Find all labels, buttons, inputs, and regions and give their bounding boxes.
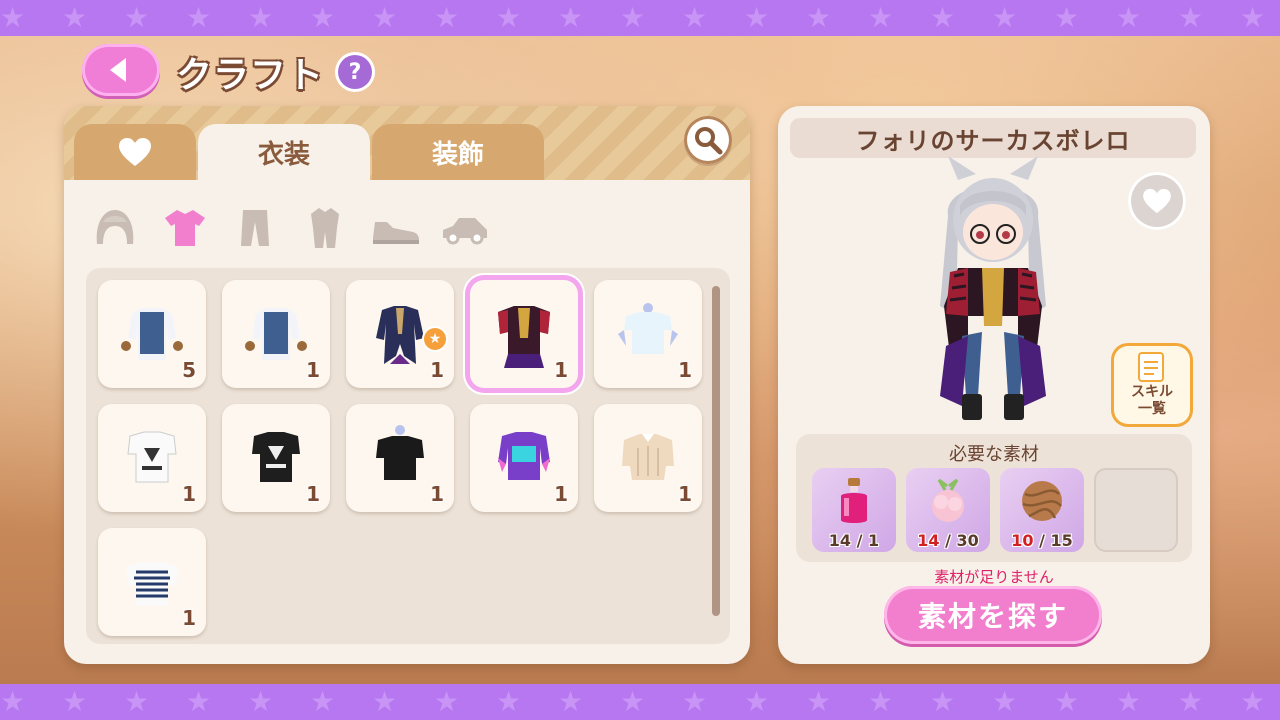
item-card[interactable]: 1 (98, 528, 206, 636)
yarn-ball-icon (1022, 481, 1062, 521)
material-have: 10 (1011, 531, 1034, 550)
flower-cotton-icon (932, 478, 964, 522)
category-sets[interactable] (298, 202, 352, 254)
material-need: 15 (1050, 531, 1073, 550)
help-button[interactable]: ? (338, 55, 372, 89)
scrollbar[interactable] (712, 286, 720, 616)
bottom-star-band: ★ ★ ★ ★ ★ ★ ★ ★ ★ ★ ★ ★ ★ ★ ★ ★ ★ ★ ★ ★ … (0, 684, 1280, 720)
material-slot[interactable]: 14 / 1 (812, 468, 896, 552)
back-arrow-icon (110, 58, 126, 82)
item-card[interactable]: 1 (222, 404, 330, 512)
set-outfit-icon (311, 208, 339, 248)
item-card[interactable]: ★ 1 (346, 280, 454, 388)
item-list-panel: 衣装 装飾 5 1 ★ 1 1 1 1 1 1 1 1 1 (64, 106, 750, 664)
top-star-band: ★ ★ ★ ★ ★ ★ ★ ★ ★ ★ ★ ★ ★ ★ ★ ★ ★ ★ ★ ★ … (0, 0, 1280, 36)
material-need: 30 (956, 531, 979, 550)
pants-icon (241, 210, 269, 246)
material-slot-empty (1094, 468, 1178, 552)
material-need: 1 (868, 531, 880, 550)
required-materials: 必要な素材 14 / 1 14 / 30 10 / 15 (796, 434, 1192, 562)
skill-list-label: スキル 一覧 (1131, 384, 1173, 417)
material-have: 14 (917, 531, 940, 550)
neon-jacket-icon (498, 432, 550, 480)
item-card[interactable]: 1 (346, 404, 454, 512)
search-icon (695, 127, 723, 155)
materials-title: 必要な素材 (949, 444, 1039, 465)
item-card[interactable]: 1 (470, 404, 578, 512)
circus-bolero-icon (498, 306, 550, 368)
item-card[interactable]: 5 (98, 280, 206, 388)
category-filter-row (88, 202, 528, 254)
page-title: クラフト (176, 55, 325, 96)
tab-favorites[interactable] (74, 124, 196, 180)
scrollbar-thumb[interactable] (712, 286, 720, 616)
graphic-tee-white-icon (127, 431, 177, 483)
favorite-button[interactable] (1128, 172, 1186, 230)
category-bottoms[interactable] (228, 202, 282, 254)
item-name: フォリのサーカスボレロ (790, 118, 1196, 158)
heart-icon (119, 138, 151, 166)
hair-icon (96, 210, 134, 244)
item-card[interactable]: 1 (98, 404, 206, 512)
shoes-icon (373, 222, 419, 244)
item-card[interactable]: 1 (222, 280, 330, 388)
back-button[interactable] (82, 44, 160, 96)
material-have: 14 (828, 531, 852, 550)
black-shirt-icon (376, 425, 424, 480)
category-hair[interactable] (88, 202, 142, 254)
overalls-top-icon (245, 308, 307, 360)
document-icon (1138, 352, 1164, 382)
item-card[interactable]: 1 (594, 404, 702, 512)
vehicle-icon (443, 218, 487, 245)
tab-accessory[interactable]: 装飾 (372, 124, 544, 180)
heart-icon (1143, 188, 1171, 214)
insufficient-materials-warning: 素材が足りません (934, 568, 1054, 586)
tshirt-icon (165, 210, 205, 246)
material-slot[interactable]: 14 / 30 (906, 468, 990, 552)
item-detail-panel: フォリのサーカスボレロ スキル 一覧 必要な素材 14 / 1 14 / 30 … (778, 106, 1210, 664)
overalls-top-icon (121, 308, 183, 360)
graphic-tee-black-icon (252, 432, 300, 482)
tab-costume[interactable]: 衣装 (198, 124, 370, 180)
search-button[interactable] (684, 116, 732, 164)
category-shoes[interactable] (368, 202, 422, 254)
material-slot[interactable]: 10 / 15 (1000, 468, 1084, 552)
character-preview (940, 156, 1046, 420)
white-tshirt-icon (618, 303, 678, 354)
item-card-selected[interactable]: 1 (470, 280, 578, 388)
find-materials-button[interactable]: 素材を探す (884, 586, 1102, 644)
striped-top-icon (126, 562, 178, 606)
skill-list-button[interactable]: スキル 一覧 (1114, 346, 1190, 424)
item-grid: 5 1 ★ 1 1 1 1 1 1 1 1 1 (86, 268, 730, 644)
tab-bar: 衣装 装飾 (64, 106, 750, 180)
category-tops[interactable] (158, 202, 212, 254)
potion-bottle-icon (841, 478, 867, 523)
item-card[interactable]: 1 (594, 280, 702, 388)
category-vehicles[interactable] (438, 202, 492, 254)
knit-sweater-icon (622, 434, 674, 480)
